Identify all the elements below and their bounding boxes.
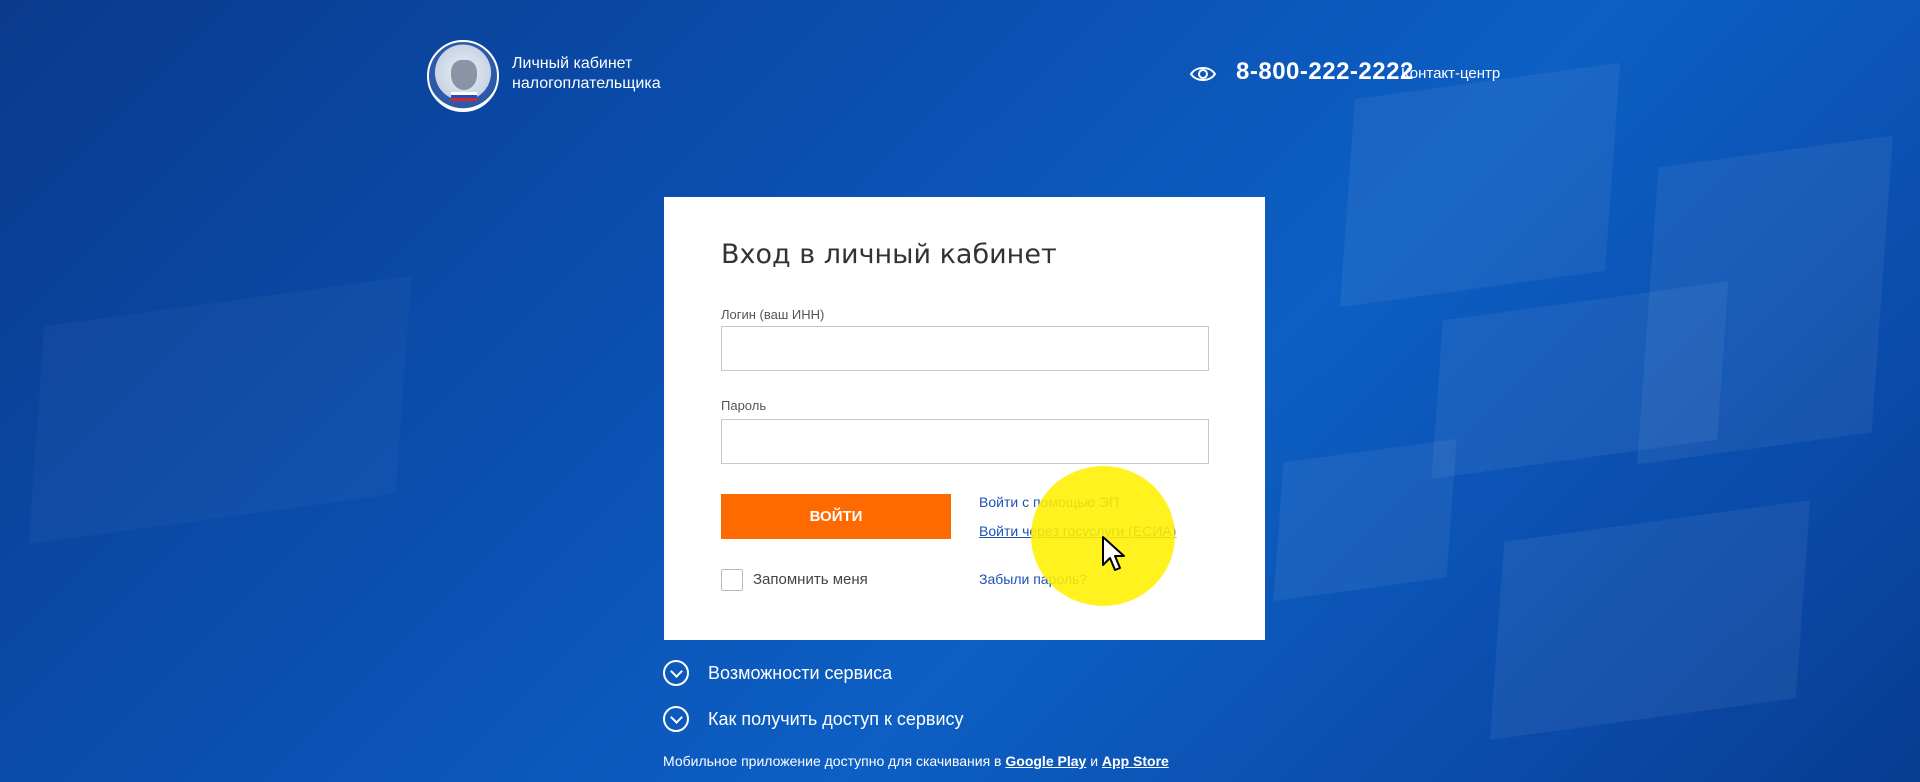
- mouse-cursor-icon: [1102, 536, 1125, 571]
- mobile-app-note: Мобильное приложение доступно для скачив…: [663, 753, 1169, 769]
- google-play-link[interactable]: Google Play: [1005, 753, 1086, 769]
- fns-emblem-icon[interactable]: [427, 40, 499, 112]
- page-header: Личный кабинет налогоплательщика 8-800-2…: [0, 0, 1920, 140]
- background-shape: [29, 276, 412, 544]
- contact-center-link[interactable]: Контакт-центр: [1401, 65, 1500, 82]
- phone-number[interactable]: 8-800-222-2222: [1236, 58, 1414, 86]
- eagle-emblem: [451, 60, 477, 90]
- features-label: Возможности сервиса: [708, 662, 893, 683]
- app-store-link[interactable]: App Store: [1102, 753, 1169, 769]
- and-text: и: [1090, 753, 1099, 769]
- remember-checkbox[interactable]: [721, 569, 743, 591]
- brand-line-1: Личный кабинет: [512, 55, 633, 72]
- chevron-down-icon: [663, 660, 689, 686]
- login-card: Вход в личный кабинет Логин (ваш ИНН) Па…: [664, 197, 1265, 640]
- eye-icon[interactable]: [1189, 63, 1217, 85]
- password-input[interactable]: [721, 419, 1209, 464]
- password-label: Пароль: [721, 398, 767, 413]
- login-input[interactable]: [721, 326, 1209, 371]
- login-label: Логин (ваш ИНН): [721, 307, 825, 322]
- login-button[interactable]: ВОЙТИ: [721, 494, 951, 539]
- background-shape: [1273, 438, 1457, 602]
- access-label: Как получить доступ к сервису: [708, 708, 964, 729]
- chevron-down-icon: [663, 706, 689, 732]
- background-shape: [1489, 500, 1811, 740]
- brand-line-2: налогоплательщика: [512, 75, 661, 92]
- brand-title[interactable]: Личный кабинет налогоплательщика: [512, 54, 661, 94]
- mobile-prefix: Мобильное приложение доступно для скачив…: [663, 753, 1002, 769]
- background-shape: [1637, 135, 1893, 465]
- features-toggle[interactable]: Возможности сервиса: [663, 658, 892, 688]
- login-title: Вход в личный кабинет: [721, 239, 1057, 270]
- russian-flag: [451, 92, 477, 101]
- remember-label[interactable]: Запомнить меня: [753, 571, 868, 588]
- access-toggle[interactable]: Как получить доступ к сервису: [663, 704, 964, 734]
